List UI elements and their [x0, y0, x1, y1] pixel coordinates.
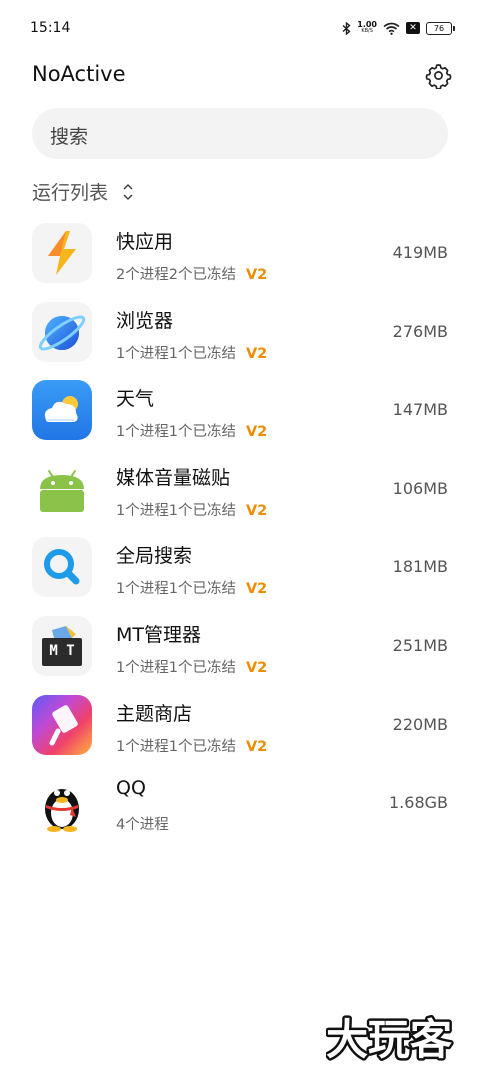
- app-name: 浏览器: [116, 309, 174, 332]
- app-process-info: 4个进程: [116, 813, 169, 834]
- magnifier-icon: [32, 537, 92, 598]
- cloud-sun-icon: [32, 380, 92, 441]
- memory-usage: 419MB: [392, 243, 448, 262]
- bluetooth-icon: [342, 21, 351, 35]
- version-tag: V2: [245, 738, 268, 755]
- version-tag: V2: [245, 424, 268, 441]
- app-process-info: 1个进程1个已冻结 V2: [116, 656, 267, 677]
- wifi-icon: [383, 22, 400, 35]
- version-tag: V2: [245, 502, 268, 519]
- list-item[interactable]: 全局搜索 1个进程1个已冻结 V2 181MB: [0, 531, 480, 610]
- battery-icon: 76: [426, 21, 455, 35]
- gear-icon[interactable]: [425, 62, 452, 89]
- list-item[interactable]: QQ 4个进程 1.68GB: [0, 767, 480, 846]
- list-item[interactable]: 媒体音量磁贴 1个进程1个已冻结 V2 106MB: [0, 453, 480, 532]
- process-count: 1个进程1个已冻结: [116, 738, 236, 755]
- memory-usage: 220MB: [392, 714, 448, 734]
- process-count: 1个进程1个已冻结: [116, 502, 236, 519]
- mt-icon: M T: [32, 615, 92, 676]
- version-tag: V2: [245, 581, 268, 598]
- app-process-info: 1个进程1个已冻结 V2: [116, 420, 267, 441]
- status-bar: 15:14 1.00 KB/S ✕ 76: [0, 0, 480, 58]
- memory-usage: 1.68GB: [389, 793, 448, 813]
- app-process-info: 1个进程1个已冻结 V2: [116, 577, 267, 598]
- status-icons: 1.00 KB/S ✕ 76: [342, 18, 455, 38]
- network-speed: 1.00 KB/S: [357, 21, 377, 35]
- network-speed-value: 1.00: [357, 20, 377, 29]
- list-item[interactable]: M T MT管理器 1个进程1个已冻结 V2 251MB: [0, 610, 480, 689]
- memory-usage: 181MB: [392, 557, 448, 577]
- app-name: MT管理器: [116, 623, 201, 646]
- list-item[interactable]: 快应用 2个进程2个已冻结 V2 419MB: [0, 217, 480, 296]
- sort-updown-icon: [123, 183, 133, 200]
- planet-icon: [32, 301, 92, 362]
- version-tag: V2: [245, 345, 268, 362]
- search-placeholder: 搜索: [50, 126, 89, 148]
- list-item[interactable]: 天气 1个进程1个已冻结 V2 147MB: [0, 374, 480, 453]
- svg-text:大玩客: 大玩客: [326, 1015, 452, 1062]
- app-process-info: 2个进程2个已冻结 V2: [116, 263, 267, 284]
- android-icon: [32, 458, 92, 519]
- penguin-icon: [32, 773, 92, 834]
- no-sim-icon: ✕: [406, 22, 420, 34]
- process-count: 1个进程1个已冻结: [116, 581, 236, 598]
- page-title: NoActive: [32, 62, 126, 86]
- version-tag: V2: [245, 659, 268, 676]
- mt-icon-text: M T: [49, 642, 75, 659]
- process-count: 1个进程1个已冻结: [116, 424, 236, 441]
- app-name: 快应用: [116, 231, 174, 253]
- app-name: QQ: [116, 777, 146, 800]
- app-name: 媒体音量磁贴: [116, 466, 231, 489]
- network-speed-unit: KB/S: [361, 28, 373, 34]
- process-count: 2个进程2个已冻结: [116, 267, 236, 283]
- watermark-logo: 大玩客: [326, 1013, 455, 1063]
- battery-level: 76: [433, 23, 445, 33]
- list-item[interactable]: 浏览器 1个进程1个已冻结 V2 276MB: [0, 296, 480, 375]
- app-name: 主题商店: [116, 702, 193, 725]
- app-process-info: 1个进程1个已冻结 V2: [116, 735, 267, 756]
- list-item[interactable]: 主题商店 1个进程1个已冻结 V2 220MB: [0, 689, 480, 768]
- search-input[interactable]: 搜索: [32, 108, 448, 159]
- paintbrush-icon: [32, 694, 92, 755]
- process-count: 1个进程1个已冻结: [116, 659, 236, 676]
- status-time: 15:14: [30, 20, 71, 36]
- lightning-icon: [32, 223, 92, 283]
- memory-usage: 147MB: [392, 400, 448, 420]
- process-count: 4个进程: [116, 817, 169, 834]
- app-name: 天气: [116, 388, 155, 411]
- section-label: 运行列表: [32, 182, 109, 204]
- app-process-info: 1个进程1个已冻结 V2: [116, 342, 267, 363]
- version-tag: V2: [245, 267, 268, 283]
- memory-usage: 251MB: [392, 635, 448, 655]
- app-process-info: 1个进程1个已冻结 V2: [116, 499, 267, 520]
- process-count: 1个进程1个已冻结: [116, 345, 236, 362]
- memory-usage: 106MB: [392, 478, 448, 498]
- app-list: 快应用 2个进程2个已冻结 V2 419MB 浏览器 1个进程1个已冻结 V2 27…: [0, 217, 480, 846]
- app-name: 全局搜索: [116, 545, 193, 568]
- memory-usage: 276MB: [392, 321, 448, 341]
- sort-selector[interactable]: 运行列表: [32, 178, 134, 205]
